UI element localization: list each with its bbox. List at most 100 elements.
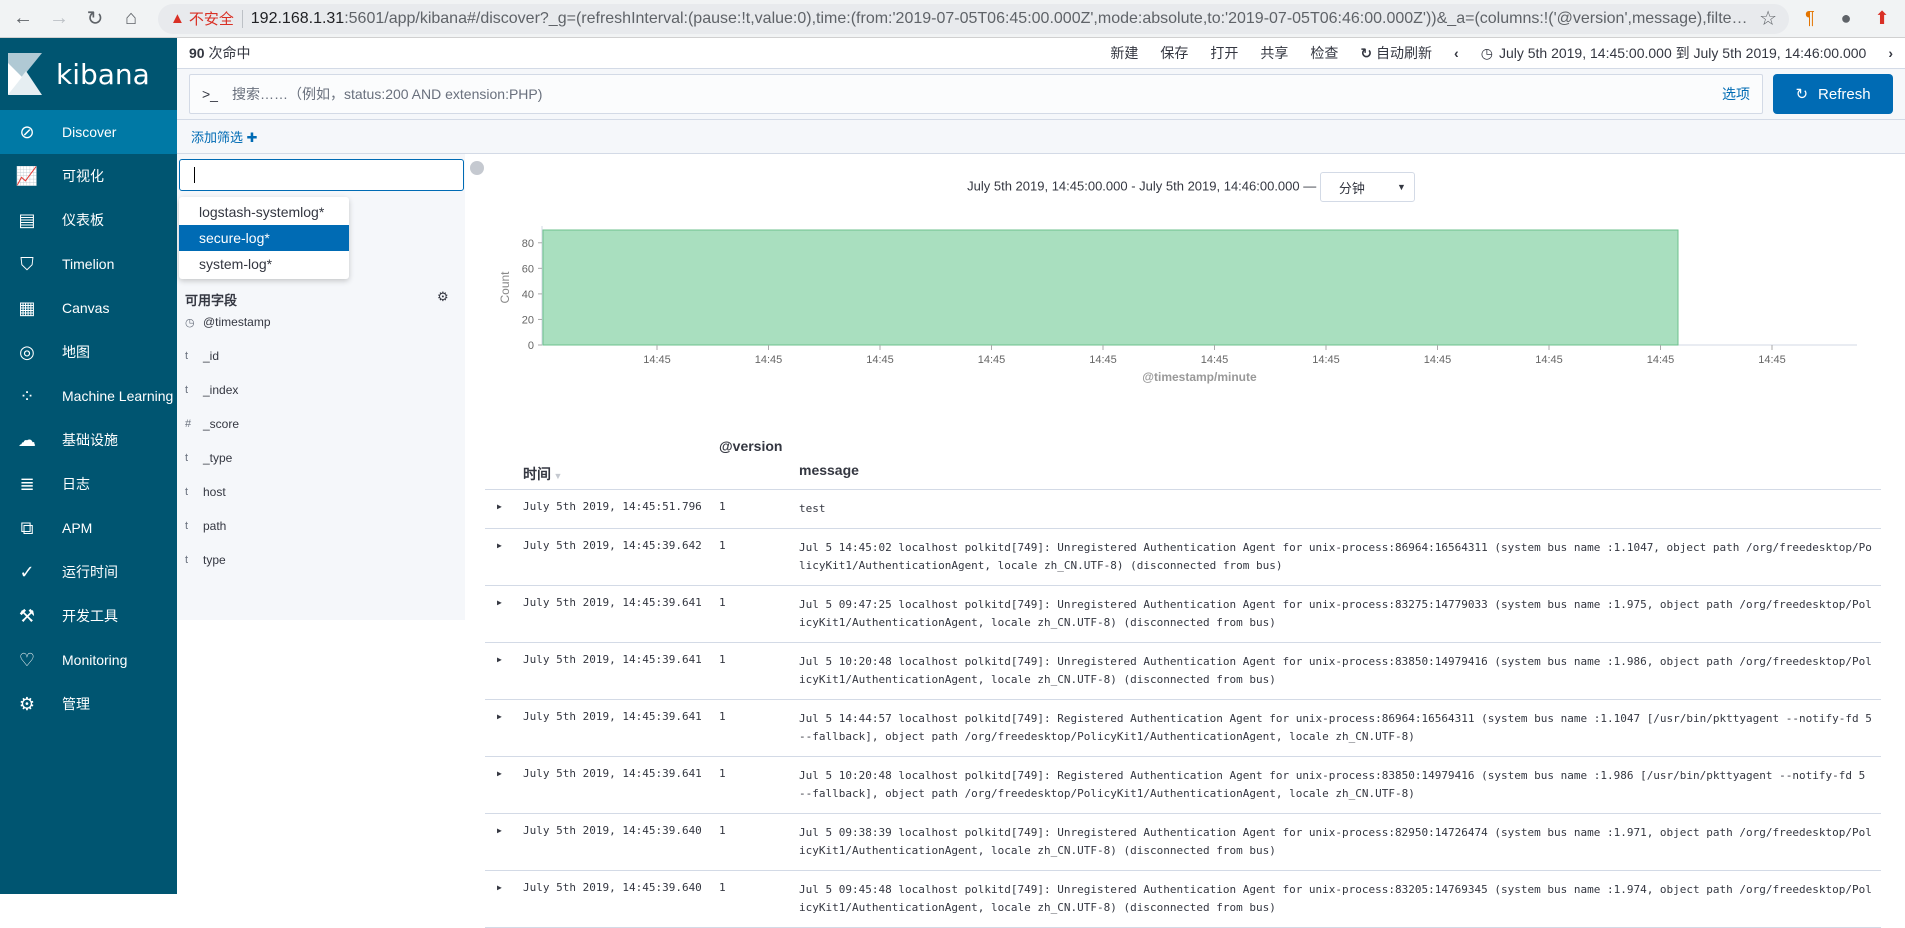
- index-pattern-option[interactable]: logstash-systemlog*: [179, 199, 349, 225]
- cell-message: Jul 5 09:45:48 localhost polkitd[749]: U…: [799, 883, 1872, 914]
- apm-icon: ⧉: [20, 517, 34, 538]
- search-input[interactable]: >_ 搜索……（例如，status:200 AND extension:PHP)…: [189, 74, 1763, 114]
- cell-version: 1: [719, 824, 726, 837]
- field-item[interactable]: # _score: [185, 414, 239, 434]
- back-icon[interactable]: ←: [8, 4, 38, 34]
- visualize-icon: 📈: [15, 165, 39, 186]
- address-bar[interactable]: ▲ 不安全 192.168.1.31 :5601/app/kibana#/dis…: [158, 3, 1789, 34]
- menu-inspect[interactable]: 检查: [1310, 43, 1338, 63]
- account-icon[interactable]: ●: [1831, 4, 1861, 34]
- field-item[interactable]: ◷ @timestamp: [185, 312, 271, 332]
- reload-icon[interactable]: ↻: [80, 4, 110, 34]
- expand-row-icon[interactable]: ▶: [497, 655, 502, 664]
- sidebar-item-timelion[interactable]: ⛉ Timelion: [0, 242, 177, 286]
- sidebar-item-devtools[interactable]: ⚒ 开发工具: [0, 594, 177, 638]
- add-filter-button[interactable]: 添加筛选 ✚: [191, 127, 258, 146]
- url-host: 192.168.1.31: [250, 9, 345, 27]
- field-name: type: [203, 553, 226, 567]
- auto-refresh-button[interactable]: ↻ 自动刷新: [1360, 43, 1432, 63]
- refresh-button[interactable]: ↻ Refresh: [1773, 74, 1893, 114]
- index-pattern-input[interactable]: [179, 159, 464, 191]
- expand-row-icon[interactable]: ▶: [497, 502, 502, 511]
- field-item[interactable]: t host: [185, 482, 226, 502]
- expand-row-icon[interactable]: ▶: [497, 712, 502, 721]
- table-row[interactable]: ▶ July 5th 2019, 14:45:39.641 1 Jul 5 10:20…: [485, 757, 1881, 814]
- col-message[interactable]: message: [799, 462, 859, 478]
- discover-main: 90 次命中 新建 保存 打开 共享 检查 ↻ 自动刷新 ‹ ◷ July 5th…: [177, 38, 1905, 928]
- cell-time: July 5th 2019, 14:45:39.641: [523, 767, 702, 780]
- canvas-icon: ▦: [18, 297, 36, 318]
- sidebar-item-gear[interactable]: ⚙ 管理: [0, 682, 177, 726]
- cell-message: Jul 5 14:45:02 localhost polkitd[749]: U…: [799, 541, 1872, 572]
- sidebar-item-apm[interactable]: ⧉ APM: [0, 506, 177, 550]
- table-row[interactable]: ▶ July 5th 2019, 14:45:39.640 1 Jul 5 09:45…: [485, 871, 1881, 928]
- options-link[interactable]: 选项: [1722, 84, 1750, 104]
- sidebar-item-visualize[interactable]: 📈 可视化: [0, 154, 177, 198]
- menu-save[interactable]: 保存: [1160, 43, 1188, 63]
- table-row[interactable]: ▶ July 5th 2019, 14:45:39.641 1 Jul 5 14:44…: [485, 700, 1881, 757]
- monitoring-icon: ♡: [18, 649, 36, 670]
- sidebar-item-map[interactable]: ◎ 地图: [0, 330, 177, 374]
- expand-row-icon[interactable]: ▶: [497, 826, 502, 835]
- time-picker[interactable]: ◷ July 5th 2019, 14:45:00.000 到 July 5th …: [1481, 43, 1867, 63]
- kibana-logo[interactable]: kibana: [0, 38, 177, 110]
- expand-row-icon[interactable]: ▶: [497, 598, 502, 607]
- logs-icon: ≣: [19, 473, 35, 494]
- x-tick-label: 14:45: [978, 354, 1006, 366]
- x-tick-label: 14:45: [1089, 354, 1117, 366]
- interval-select[interactable]: 分钟 ▼: [1319, 172, 1415, 202]
- home-icon[interactable]: ⌂: [116, 4, 146, 34]
- cell-time: July 5th 2019, 14:45:39.640: [523, 881, 702, 894]
- refresh-icon: ↻: [1795, 86, 1809, 103]
- table-row[interactable]: ▶ July 5th 2019, 14:45:51.796 1 test: [485, 490, 1881, 529]
- string-type-icon: t: [185, 350, 189, 362]
- field-item[interactable]: t _type: [185, 448, 232, 468]
- sidebar-item-dashboard[interactable]: ▤ 仪表板: [0, 198, 177, 242]
- menu-share[interactable]: 共享: [1260, 43, 1288, 63]
- sidebar-item-label: Timelion: [62, 256, 115, 272]
- query-bar: >_ 搜索……（例如，status:200 AND extension:PHP)…: [177, 68, 1905, 120]
- cell-version: 1: [719, 881, 726, 894]
- menu-open[interactable]: 打开: [1210, 43, 1238, 63]
- sidebar-item-monitoring[interactable]: ♡ Monitoring: [0, 638, 177, 682]
- map-icon: ◎: [19, 341, 35, 362]
- sidebar-item-canvas[interactable]: ▦ Canvas: [0, 286, 177, 330]
- y-tick-label: 60: [522, 263, 534, 275]
- table-row[interactable]: ▶ July 5th 2019, 14:45:39.640 1 Jul 5 09:38…: [485, 814, 1881, 871]
- table-row[interactable]: ▶ July 5th 2019, 14:45:39.641 1 Jul 5 10:20…: [485, 643, 1881, 700]
- expand-row-icon[interactable]: ▶: [497, 769, 502, 778]
- bookmark-star-icon[interactable]: ☆: [1749, 6, 1777, 31]
- results-table: 时间 ▼ @version message ▶ July 5th 2019, 14…: [485, 438, 1881, 928]
- y-tick-label: 80: [522, 238, 534, 250]
- extension-icon[interactable]: ¶: [1795, 4, 1825, 34]
- time-next-button[interactable]: ›: [1888, 45, 1893, 61]
- cell-time: July 5th 2019, 14:45:51.796: [523, 500, 702, 513]
- field-sidebar: logstash-systemlog* secure-log* system-log…: [177, 154, 465, 620]
- sidebar-item-infrastructure[interactable]: ☁ 基础设施: [0, 418, 177, 462]
- time-prev-button[interactable]: ‹: [1454, 45, 1459, 61]
- text-caret: [194, 167, 195, 183]
- sort-icon[interactable]: ▼: [551, 471, 563, 481]
- gear-icon[interactable]: ⚙: [437, 289, 449, 305]
- field-item[interactable]: t path: [185, 516, 226, 536]
- table-row[interactable]: ▶ July 5th 2019, 14:45:39.642 1 Jul 5 14:45…: [485, 529, 1881, 586]
- sidebar-item-uptime[interactable]: ✓ 运行时间: [0, 550, 177, 594]
- field-item[interactable]: t _id: [185, 346, 219, 366]
- sidebar-item-logs[interactable]: ≣ 日志: [0, 462, 177, 506]
- sidebar-item-compass[interactable]: ⊘ Discover: [0, 110, 177, 154]
- url-path: :5601/app/kibana#/discover?_g=(refreshIn…: [344, 9, 1750, 27]
- forward-icon[interactable]: →: [44, 4, 74, 34]
- col-time[interactable]: 时间 ▼: [523, 464, 562, 484]
- update-icon[interactable]: ⬆: [1867, 4, 1897, 34]
- table-row[interactable]: ▶ July 5th 2019, 14:45:39.641 1 Jul 5 09:47…: [485, 586, 1881, 643]
- field-item[interactable]: t _index: [185, 380, 238, 400]
- index-pattern-option[interactable]: system-log*: [179, 251, 349, 277]
- sidebar-item-ml[interactable]: ⁘ Machine Learning: [0, 374, 177, 418]
- menu-new[interactable]: 新建: [1110, 43, 1138, 63]
- x-axis-label: @timestamp/minute: [1142, 370, 1257, 384]
- field-item[interactable]: t type: [185, 550, 226, 570]
- col-version[interactable]: @version: [719, 438, 782, 454]
- expand-row-icon[interactable]: ▶: [497, 541, 502, 550]
- expand-row-icon[interactable]: ▶: [497, 883, 502, 892]
- index-pattern-option[interactable]: secure-log*: [179, 225, 349, 251]
